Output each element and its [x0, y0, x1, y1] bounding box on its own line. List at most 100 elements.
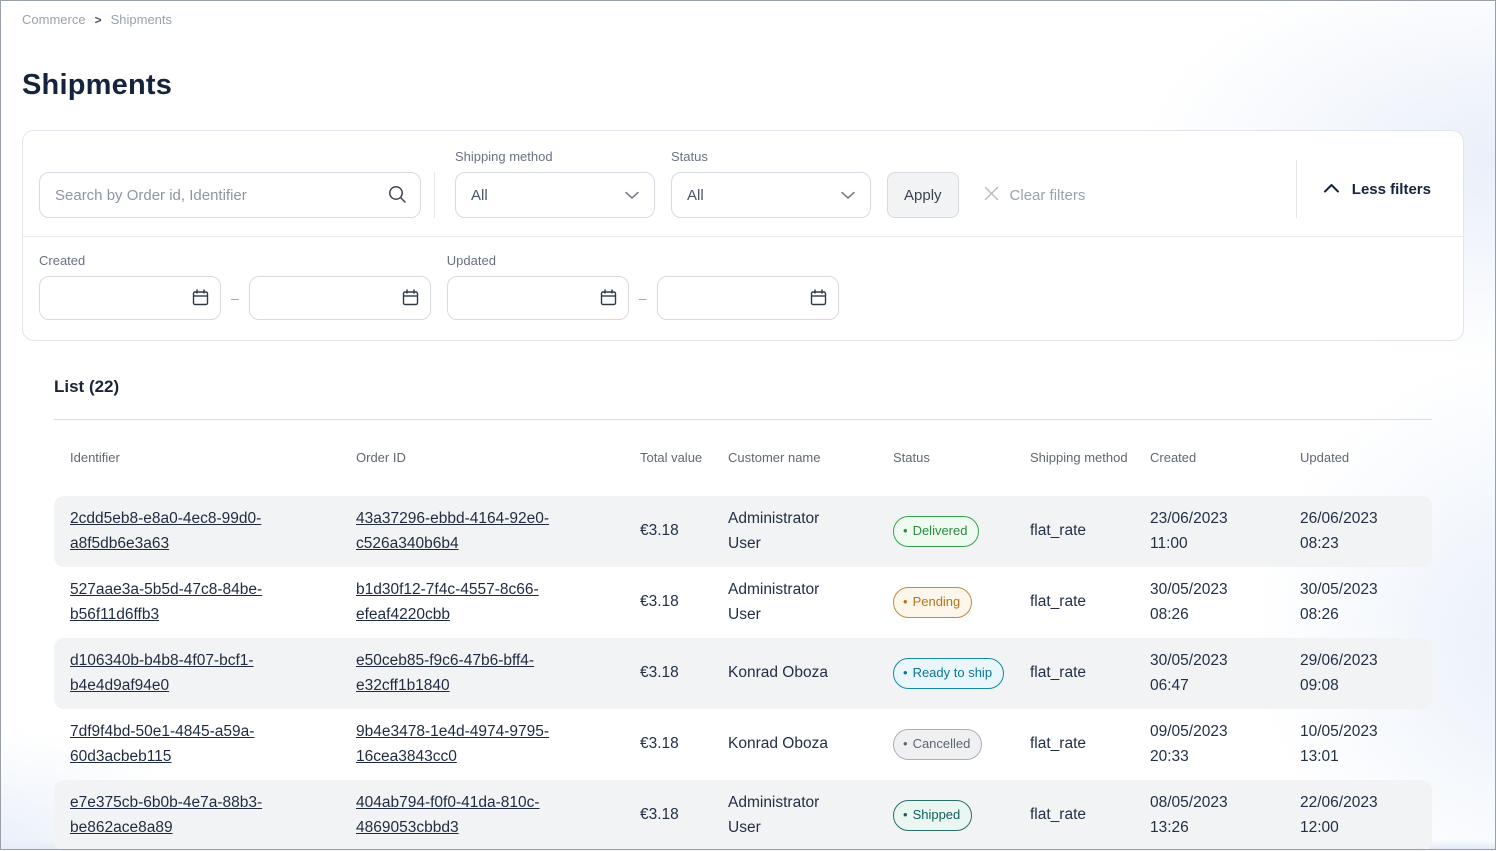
clear-filters-label: Clear filters [1010, 187, 1086, 204]
status-badge: Shipped [893, 800, 972, 831]
shipping-method-label: Shipping method [455, 149, 655, 164]
status-value: All [687, 187, 704, 204]
customer-name-cell: Administrator User [728, 791, 893, 839]
chevron-down-icon [840, 187, 856, 204]
customer-name-cell: Administrator User [728, 578, 893, 626]
identifier-cell: 2cdd5eb8-e8a0-4ec8-99d0-a8f5db6e3a63 [70, 507, 356, 555]
search-icon[interactable] [387, 184, 408, 210]
order-id-cell: 404ab794-f0f0-41da-810c-4869053cbbd3 [356, 791, 640, 839]
table-row: e7e375cb-6b0b-4e7a-88b3-be862ace8a89 404… [54, 780, 1432, 851]
status-badge: Cancelled [893, 729, 982, 760]
order-id-cell: b1d30f12-7f4c-4557-8c66-efeaf4220cbb [356, 578, 640, 626]
shipping-method-cell: flat_rate [1030, 803, 1150, 827]
identifier-cell: d106340b-b4b8-4f07-bcf1-b4e4d9af94e0 [70, 649, 356, 697]
shipping-method-cell: flat_rate [1030, 661, 1150, 685]
order-id-link[interactable]: e50ceb85-f9c6-47b6-bff4-e32cff1b1840 [356, 649, 568, 697]
customer-name-cell: Konrad Oboza [728, 661, 893, 685]
calendar-icon[interactable] [809, 288, 828, 312]
updated-cell: 10/05/202313:01 [1300, 720, 1432, 768]
created-range-label: Created [39, 253, 431, 268]
identifier-link[interactable]: 527aae3a-5b5d-47c8-84be-b56f11d6ffb3 [70, 578, 282, 626]
column-header-order-id: Order ID [356, 449, 640, 468]
shipping-method-cell: flat_rate [1030, 519, 1150, 543]
table-row: 7df9f4bd-50e1-4845-a59a-60d3acbeb115 9b4… [54, 709, 1432, 780]
order-id-cell: 43a37296-ebbd-4164-92e0-c526a340b6b4 [356, 507, 640, 555]
shipments-table-body: 2cdd5eb8-e8a0-4ec8-99d0-a8f5db6e3a63 43a… [54, 496, 1432, 851]
table-row: 527aae3a-5b5d-47c8-84be-b56f11d6ffb3 b1d… [54, 567, 1432, 638]
less-filters-toggle[interactable]: Less filters [1323, 181, 1447, 198]
status-badge: Delivered [893, 516, 979, 547]
breadcrumb-shipments[interactable]: Shipments [111, 12, 172, 27]
breadcrumb-separator: > [95, 13, 102, 27]
order-id-link[interactable]: b1d30f12-7f4c-4557-8c66-efeaf4220cbb [356, 578, 568, 626]
column-header-created: Created [1150, 449, 1300, 468]
list-title: List (22) [54, 377, 1432, 397]
status-cell: Pending [893, 587, 1030, 618]
customer-name-cell: Konrad Oboza [728, 732, 893, 756]
column-header-customer-name: Customer name [728, 449, 893, 468]
chevron-down-icon [624, 187, 640, 204]
calendar-icon[interactable] [401, 288, 420, 312]
filters-panel: Shipping method All Status All [22, 130, 1464, 341]
shipping-method-cell: flat_rate [1030, 590, 1150, 614]
range-dash: – [231, 290, 239, 306]
updated-cell: 26/06/202308:23 [1300, 507, 1432, 555]
order-id-cell: 9b4e3478-1e4d-4974-9795-16cea3843cc0 [356, 720, 640, 768]
updated-cell: 30/05/202308:26 [1300, 578, 1432, 626]
table-row: 2cdd5eb8-e8a0-4ec8-99d0-a8f5db6e3a63 43a… [54, 496, 1432, 567]
status-badge: Ready to ship [893, 658, 1004, 689]
identifier-cell: 7df9f4bd-50e1-4845-a59a-60d3acbeb115 [70, 720, 356, 768]
created-cell: 23/06/202311:00 [1150, 507, 1300, 555]
shipping-method-cell: flat_rate [1030, 732, 1150, 756]
filter-divider [434, 172, 435, 218]
search-input[interactable] [39, 172, 421, 218]
total-value-cell: €3.18 [640, 732, 728, 756]
total-value-cell: €3.18 [640, 661, 728, 685]
status-cell: Shipped [893, 800, 1030, 831]
column-header-status: Status [893, 449, 1030, 468]
identifier-link[interactable]: 7df9f4bd-50e1-4845-a59a-60d3acbeb115 [70, 720, 282, 768]
identifier-link[interactable]: e7e375cb-6b0b-4e7a-88b3-be862ace8a89 [70, 791, 282, 839]
order-id-cell: e50ceb85-f9c6-47b6-bff4-e32cff1b1840 [356, 649, 640, 697]
shipments-list: List (22) Identifier Order ID Total valu… [54, 377, 1432, 851]
total-value-cell: €3.18 [640, 590, 728, 614]
total-value-cell: €3.18 [640, 519, 728, 543]
shipping-method-select[interactable]: All [455, 172, 655, 218]
identifier-cell: 527aae3a-5b5d-47c8-84be-b56f11d6ffb3 [70, 578, 356, 626]
less-filters-label: Less filters [1352, 181, 1431, 198]
total-value-cell: €3.18 [640, 803, 728, 827]
calendar-icon[interactable] [191, 288, 210, 312]
breadcrumb-commerce[interactable]: Commerce [22, 12, 86, 27]
updated-range-label: Updated [447, 253, 839, 268]
customer-name-cell: Administrator User [728, 507, 893, 555]
identifier-link[interactable]: d106340b-b4b8-4f07-bcf1-b4e4d9af94e0 [70, 649, 282, 697]
created-cell: 30/05/202308:26 [1150, 578, 1300, 626]
status-badge: Pending [893, 587, 972, 618]
apply-button[interactable]: Apply [887, 172, 959, 218]
column-header-shipping-method: Shipping method [1030, 449, 1150, 468]
order-id-link[interactable]: 43a37296-ebbd-4164-92e0-c526a340b6b4 [356, 507, 568, 555]
table-row: d106340b-b4b8-4f07-bcf1-b4e4d9af94e0 e50… [54, 638, 1432, 709]
table-header-row: Identifier Order ID Total value Customer… [54, 420, 1432, 496]
identifier-link[interactable]: 2cdd5eb8-e8a0-4ec8-99d0-a8f5db6e3a63 [70, 507, 282, 555]
breadcrumb: Commerce > Shipments [0, 0, 1496, 27]
created-cell: 09/05/202320:33 [1150, 720, 1300, 768]
column-header-total-value: Total value [640, 449, 728, 468]
order-id-link[interactable]: 9b4e3478-1e4d-4974-9795-16cea3843cc0 [356, 720, 568, 768]
order-id-link[interactable]: 404ab794-f0f0-41da-810c-4869053cbbd3 [356, 791, 568, 839]
chevron-up-icon [1323, 181, 1340, 198]
status-cell: Ready to ship [893, 658, 1030, 689]
status-cell: Cancelled [893, 729, 1030, 760]
column-header-updated: Updated [1300, 449, 1432, 468]
range-dash: – [639, 290, 647, 306]
filter-divider [1296, 160, 1297, 218]
status-select[interactable]: All [671, 172, 871, 218]
status-label: Status [671, 149, 871, 164]
updated-cell: 22/06/202312:00 [1300, 791, 1432, 839]
column-header-identifier: Identifier [70, 449, 356, 468]
shipping-method-value: All [471, 187, 488, 204]
close-icon [983, 185, 1000, 206]
calendar-icon[interactable] [599, 288, 618, 312]
created-cell: 30/05/202306:47 [1150, 649, 1300, 697]
clear-filters-button[interactable]: Clear filters [983, 172, 1086, 218]
